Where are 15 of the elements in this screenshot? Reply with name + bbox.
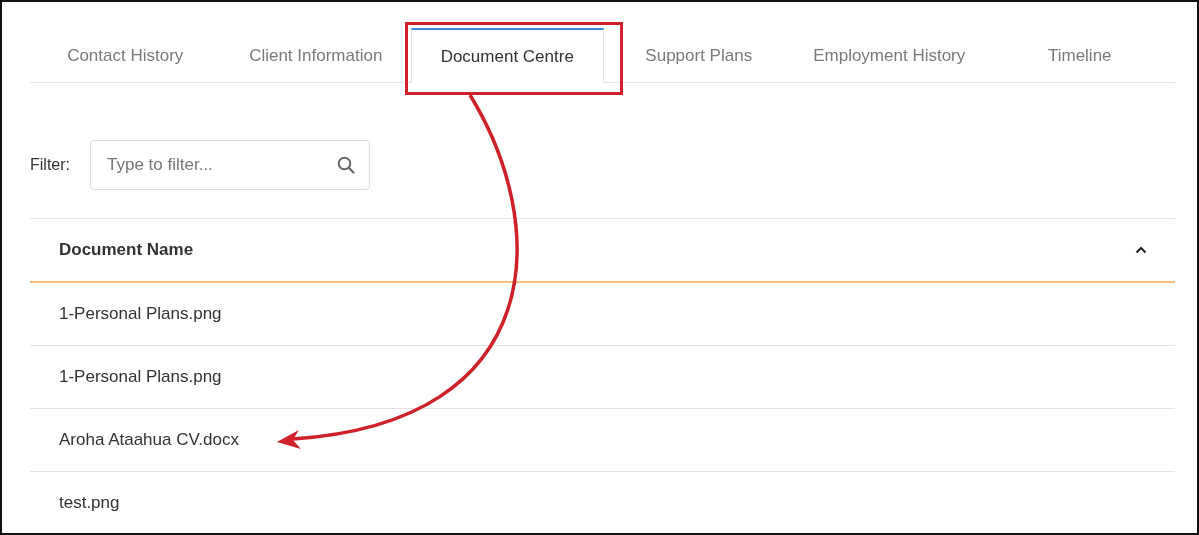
column-header[interactable]: Document Name: [59, 240, 194, 260]
caret-icon[interactable]: [1135, 246, 1147, 254]
tab[interactable]: Client Information: [220, 28, 411, 82]
document-name: test.png: [59, 493, 120, 513]
document-name: 1-Personal Plans.png: [59, 304, 222, 324]
search-icon: [337, 156, 355, 174]
document-name: 1-Personal Plans.png: [59, 367, 222, 387]
tab[interactable]: Contact History: [30, 28, 221, 82]
tab[interactable]: Employment History: [794, 28, 985, 82]
tab[interactable]: Support Plans: [603, 28, 794, 82]
tab[interactable]: Timeline: [984, 28, 1175, 82]
search-field[interactable]: Type to filter...: [90, 140, 370, 190]
tab[interactable]: Document Centre: [411, 28, 604, 83]
document-name: Aroha Ataahua CV.docx: [59, 430, 239, 450]
filter-label: Filter:: [30, 156, 70, 174]
